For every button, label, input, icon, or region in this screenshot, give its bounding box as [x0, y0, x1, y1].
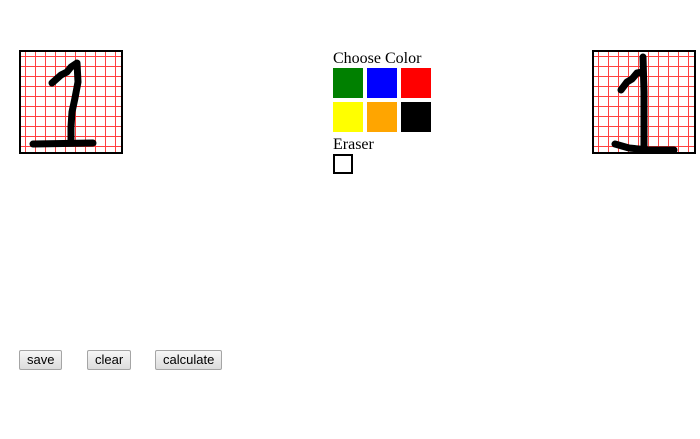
save-button[interactable]: save	[19, 350, 63, 370]
preview-digit-one	[611, 53, 678, 152]
drawing-canvas[interactable]	[19, 50, 123, 154]
swatch-red[interactable]	[401, 68, 431, 98]
color-palette: Choose Color Eraser	[333, 50, 431, 174]
swatch-yellow[interactable]	[333, 102, 363, 132]
calculate-button[interactable]: calculate	[155, 350, 223, 370]
eraser-toggle[interactable]	[333, 154, 353, 174]
swatch-green[interactable]	[333, 68, 363, 98]
swatch-orange[interactable]	[367, 102, 397, 132]
swatch-blue[interactable]	[367, 68, 397, 98]
drawn-digit-one	[29, 59, 97, 148]
swatch-black[interactable]	[401, 102, 431, 132]
choose-color-label: Choose Color	[333, 50, 422, 67]
color-swatches	[333, 68, 431, 132]
preview-canvas	[592, 50, 696, 154]
eraser-label: Eraser	[333, 136, 374, 153]
clear-button[interactable]: clear	[87, 350, 132, 370]
